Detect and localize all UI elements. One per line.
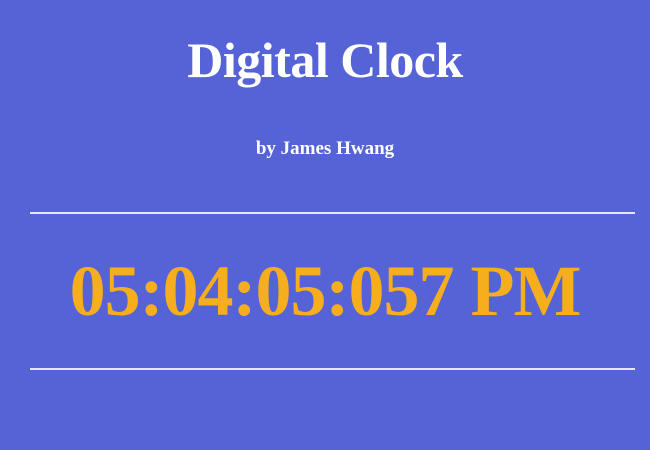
bottom-divider	[30, 368, 635, 370]
author-byline: by James Hwang	[255, 138, 395, 159]
clock-page: Digital Clock by James Hwang 05:04:05:05…	[0, 0, 650, 450]
top-divider	[30, 212, 635, 214]
clock-display: 05:04:05:057 PM	[69, 251, 582, 331]
page-title: Digital Clock	[187, 32, 463, 88]
